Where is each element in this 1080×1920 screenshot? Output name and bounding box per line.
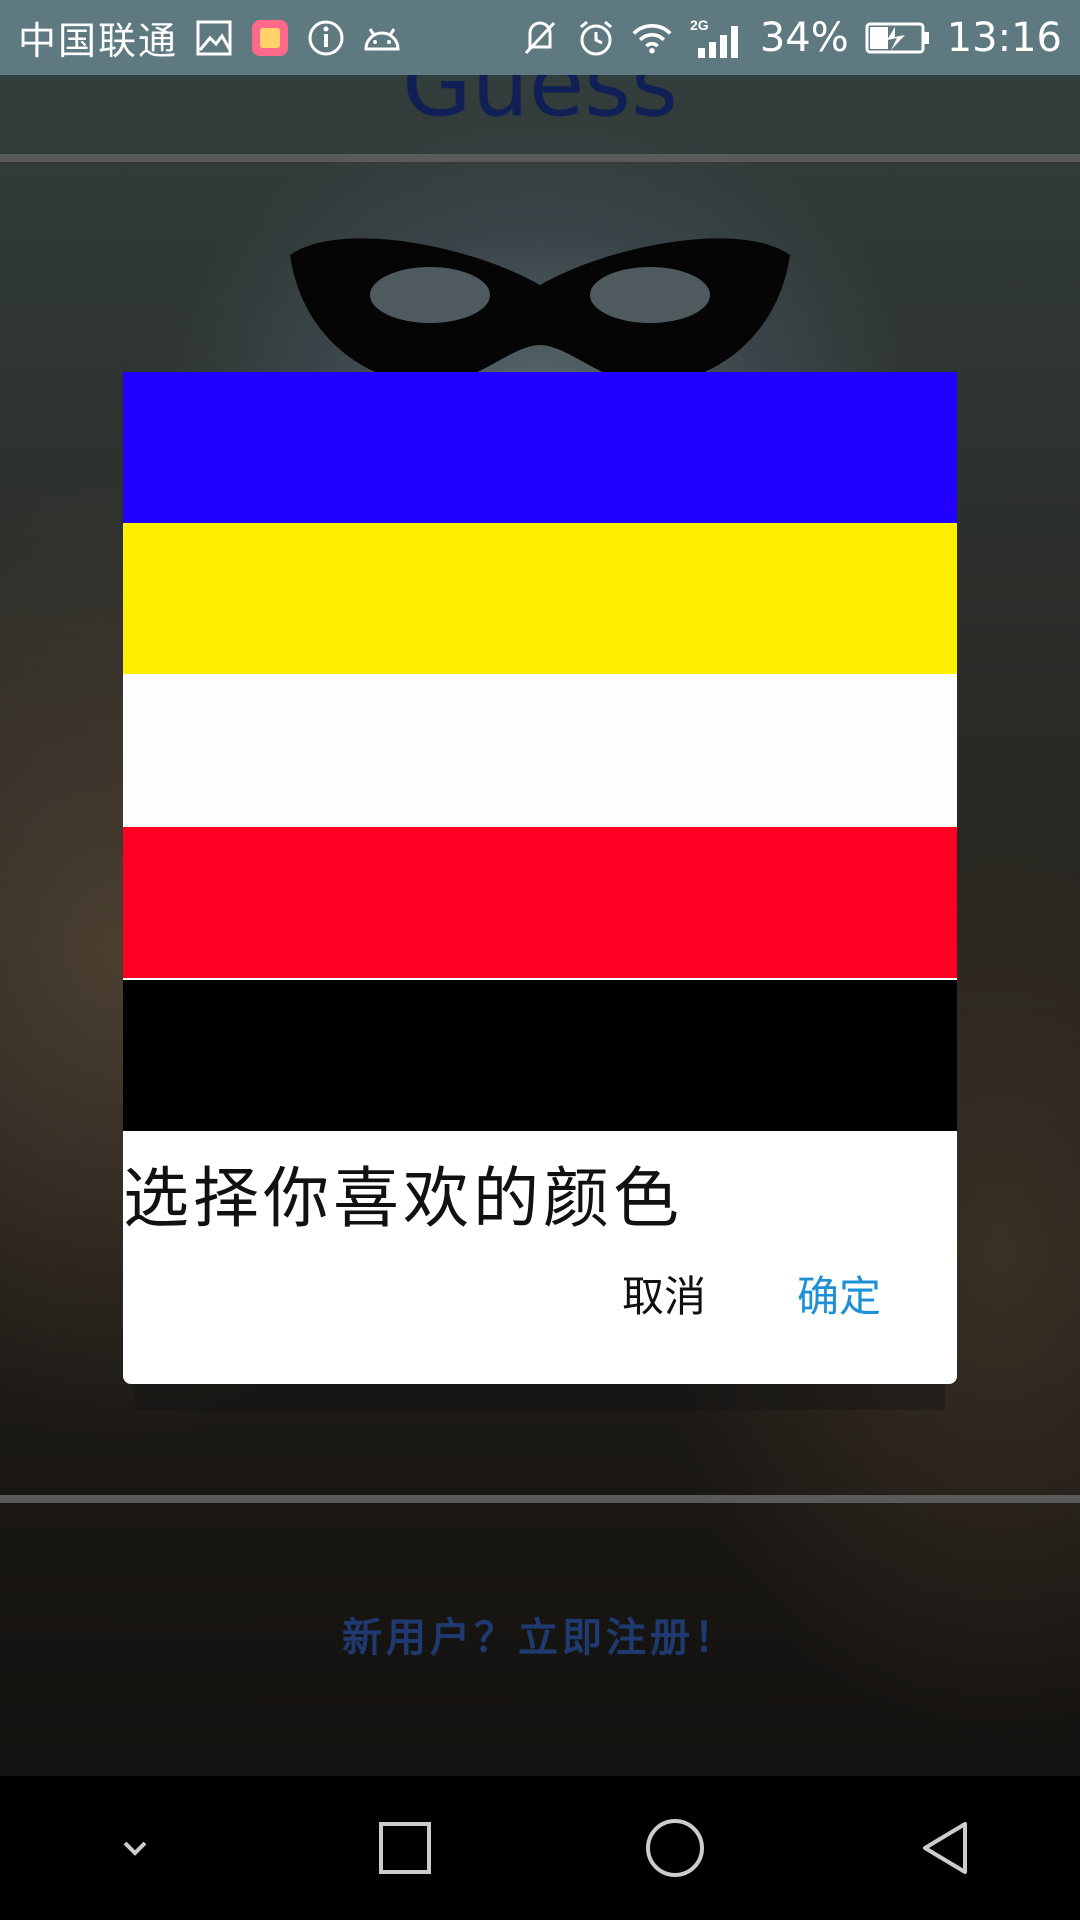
status-bar: 中国联通 2G 34% 13:16 — [0, 0, 1080, 75]
gallery-icon — [194, 18, 234, 58]
color-option-yellow[interactable] — [123, 523, 957, 674]
mask-icon — [290, 238, 790, 386]
battery-charging-icon — [865, 18, 931, 58]
wifi-icon — [632, 18, 672, 58]
clock: 13:16 — [946, 14, 1062, 61]
hide-icon[interactable] — [80, 1793, 190, 1903]
app-notification-icon — [250, 18, 290, 58]
battery-percent: 34% — [759, 14, 849, 61]
signal-icon: 2G — [688, 17, 744, 58]
alarm-icon — [576, 18, 616, 58]
carrier-label: 中国联通 — [18, 19, 179, 63]
divider-top — [0, 154, 1080, 162]
info-icon — [306, 18, 346, 58]
home-icon[interactable] — [620, 1793, 730, 1903]
dialog-message: 选择你喜欢的颜色 — [123, 1160, 683, 1237]
confirm-button[interactable]: 确定 — [785, 1262, 893, 1332]
android-icon — [362, 18, 402, 58]
color-option-red[interactable] — [123, 827, 957, 978]
mute-icon — [520, 18, 560, 58]
navigation-bar — [0, 1776, 1080, 1920]
divider-bottom — [0, 1495, 1080, 1503]
color-option-black[interactable] — [123, 980, 957, 1131]
cancel-button[interactable]: 取消 — [610, 1262, 718, 1332]
color-picker-dialog: 选择你喜欢的颜色 — [123, 372, 957, 1384]
network-type-label: 2G — [690, 17, 709, 33]
color-option-blue[interactable] — [123, 372, 957, 523]
color-option-white[interactable] — [123, 675, 957, 826]
recents-icon[interactable] — [350, 1793, 460, 1903]
register-link: 新用户？立即注册！ — [342, 1614, 738, 1661]
back-icon[interactable] — [890, 1793, 1000, 1903]
